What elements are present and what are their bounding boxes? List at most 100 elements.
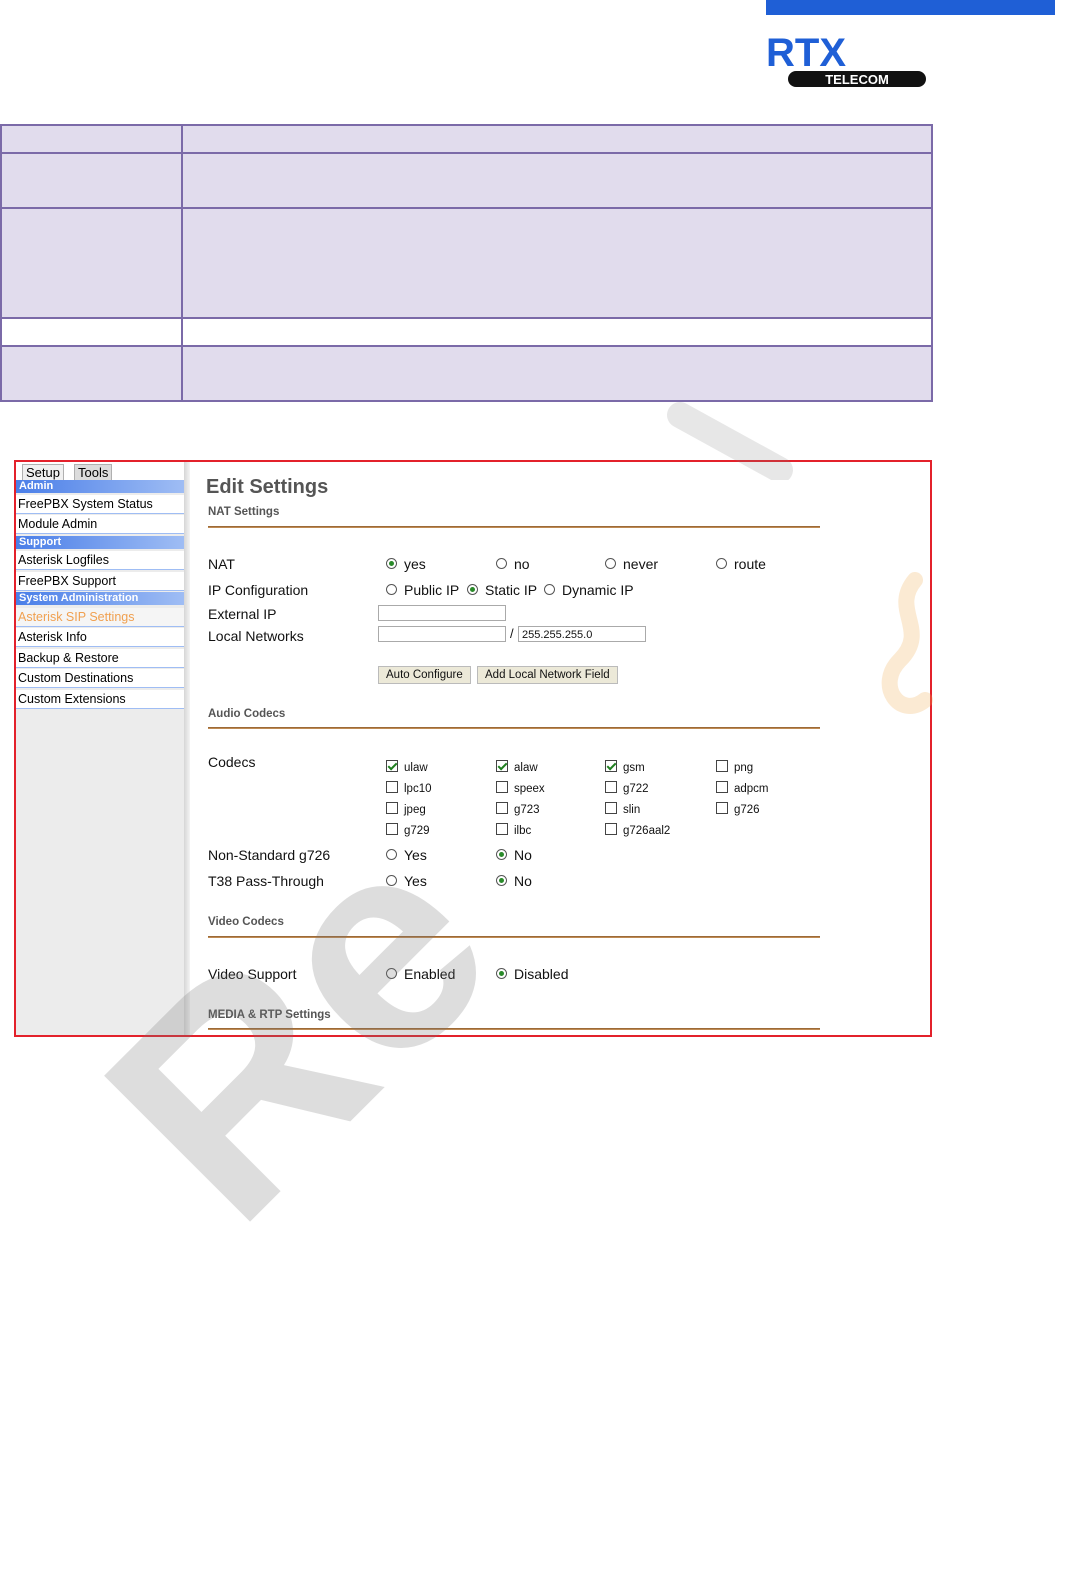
ip-configuration-label: IP Configuration — [208, 582, 309, 598]
logo-top-bar — [766, 0, 1055, 15]
external-ip-label: External IP — [208, 606, 277, 622]
radio-icon — [544, 584, 555, 595]
checkbox-icon — [605, 781, 617, 793]
checkbox-icon — [496, 823, 508, 835]
checkbox-icon — [716, 781, 728, 793]
codec-adpcm-checkbox[interactable]: adpcm — [716, 781, 769, 795]
nat-option-never[interactable]: never — [605, 556, 658, 572]
checkbox-icon — [496, 802, 508, 814]
sidebar-item-backup-restore[interactable]: Backup & Restore — [16, 649, 184, 668]
codec-slin-checkbox[interactable]: slin — [605, 802, 640, 816]
radio-icon — [386, 849, 397, 860]
radio-icon — [467, 584, 478, 595]
checkbox-icon — [496, 781, 508, 793]
sidebar-item-custom-extensions[interactable]: Custom Extensions — [16, 690, 184, 709]
g726-option-yes[interactable]: Yes — [386, 847, 427, 863]
sidebar-item-module-admin[interactable]: Module Admin — [16, 515, 184, 534]
local-network-input[interactable] — [378, 626, 506, 642]
codec-gsm-checkbox[interactable]: gsm — [605, 760, 645, 774]
table-row — [0, 152, 933, 209]
checkbox-icon — [386, 823, 398, 835]
sidebar-tabs: Setup Tools — [16, 462, 184, 481]
video-option-enabled[interactable]: Enabled — [386, 966, 455, 982]
radio-icon — [496, 968, 507, 979]
table-row — [0, 124, 933, 154]
logo-brand: RTX — [766, 31, 846, 75]
checkbox-icon — [716, 802, 728, 814]
sidebar-group-system-administration: System Administration — [16, 592, 184, 605]
ip-option-public[interactable]: Public IP — [386, 582, 459, 598]
codec-jpeg-checkbox[interactable]: jpeg — [386, 802, 426, 816]
section-media-rtp-settings: MEDIA & RTP Settings — [208, 1009, 331, 1021]
sidebar-item-asterisk-info[interactable]: Asterisk Info — [16, 628, 184, 647]
radio-icon — [386, 558, 397, 569]
auto-configure-button[interactable]: Auto Configure — [378, 666, 471, 684]
checkbox-icon — [605, 802, 617, 814]
table-row — [0, 317, 933, 347]
tab-setup[interactable]: Setup — [22, 464, 64, 481]
codec-g722-checkbox[interactable]: g722 — [605, 781, 649, 795]
radio-icon — [386, 875, 397, 886]
page-title: Edit Settings — [206, 476, 329, 498]
radio-icon — [716, 558, 727, 569]
codec-alaw-checkbox[interactable]: alaw — [496, 760, 538, 774]
section-nat-settings: NAT Settings — [208, 506, 280, 518]
add-local-network-button[interactable]: Add Local Network Field — [477, 666, 618, 684]
radio-icon — [386, 584, 397, 595]
main-content: Edit Settings NAT Settings NAT yes no ne… — [190, 462, 930, 1035]
codec-png-checkbox[interactable]: png — [716, 760, 753, 774]
nat-option-route[interactable]: route — [716, 556, 766, 572]
sidebar-item-freepbx-support[interactable]: FreePBX Support — [16, 572, 184, 591]
section-divider — [208, 526, 820, 528]
sidebar-item-freepbx-system-status[interactable]: FreePBX System Status — [16, 495, 184, 514]
t38-option-yes[interactable]: Yes — [386, 873, 427, 889]
codec-ulaw-checkbox[interactable]: ulaw — [386, 760, 428, 774]
radio-icon — [496, 849, 507, 860]
watermark-stroke-icon — [667, 402, 793, 480]
section-audio-codecs: Audio Codecs — [208, 708, 286, 720]
codec-ilbc-checkbox[interactable]: ilbc — [496, 823, 531, 837]
video-support-label: Video Support — [208, 966, 297, 982]
local-network-mask-input[interactable]: 255.255.255.0 — [518, 626, 646, 642]
ip-option-static[interactable]: Static IP — [467, 582, 537, 598]
checkbox-icon — [605, 760, 617, 772]
non-standard-g726-label: Non-Standard g726 — [208, 847, 331, 863]
t38-option-no[interactable]: No — [496, 873, 532, 889]
codec-g729-checkbox[interactable]: g729 — [386, 823, 430, 837]
g726-option-no[interactable]: No — [496, 847, 532, 863]
sidebar-item-custom-destinations[interactable]: Custom Destinations — [16, 669, 184, 688]
section-divider — [208, 936, 820, 938]
document-table — [0, 124, 933, 402]
radio-icon — [496, 558, 507, 569]
radio-icon — [386, 968, 397, 979]
checkbox-icon — [716, 760, 728, 772]
table-row — [0, 207, 933, 319]
codec-g723-checkbox[interactable]: g723 — [496, 802, 540, 816]
sip-settings-screenshot: Setup Tools Admin FreePBX System Status … — [14, 460, 932, 1037]
codec-g726-checkbox[interactable]: g726 — [716, 802, 760, 816]
radio-icon — [496, 875, 507, 886]
nat-option-yes[interactable]: yes — [386, 556, 426, 572]
video-option-disabled[interactable]: Disabled — [496, 966, 568, 982]
ip-option-dynamic[interactable]: Dynamic IP — [544, 582, 634, 598]
codec-g726aal2-checkbox[interactable]: g726aal2 — [605, 823, 670, 837]
sidebar-item-asterisk-sip-settings[interactable]: Asterisk SIP Settings — [16, 608, 184, 627]
tab-tools[interactable]: Tools — [74, 464, 113, 481]
checkbox-icon — [386, 781, 398, 793]
checkbox-icon — [386, 802, 398, 814]
sidebar: Setup Tools Admin FreePBX System Status … — [16, 462, 184, 1035]
nat-option-no[interactable]: no — [496, 556, 530, 572]
sidebar-item-asterisk-logfiles[interactable]: Asterisk Logfiles — [16, 551, 184, 570]
checkbox-icon — [386, 760, 398, 772]
section-divider — [208, 727, 820, 729]
codec-speex-checkbox[interactable]: speex — [496, 781, 545, 795]
table-row — [0, 345, 933, 402]
codecs-label: Codecs — [208, 754, 256, 770]
t38-pass-through-label: T38 Pass-Through — [208, 873, 324, 889]
section-divider — [208, 1028, 820, 1030]
local-networks-label: Local Networks — [208, 628, 304, 644]
codec-lpc10-checkbox[interactable]: lpc10 — [386, 781, 432, 795]
network-mask-separator: / — [510, 626, 514, 641]
external-ip-input[interactable] — [378, 605, 506, 621]
rtx-telecom-logo: RTX TELECOM — [766, 31, 926, 87]
